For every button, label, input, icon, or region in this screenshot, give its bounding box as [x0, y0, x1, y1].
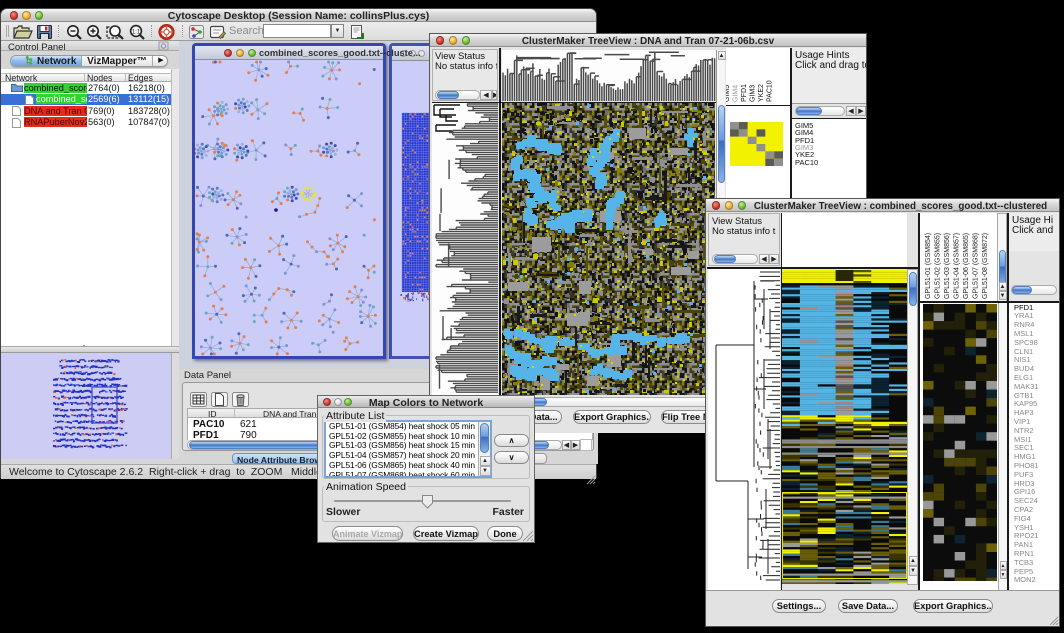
svg-text:GPL51-01 (GSM854): GPL51-01 (GSM854)	[925, 233, 932, 299]
svg-text:GPL51-04 (GSM857): GPL51-04 (GSM857)	[954, 233, 961, 299]
svg-text:GPL51-06 (GSM865): GPL51-06 (GSM865)	[963, 233, 970, 299]
svg-text:GIM4: GIM4	[733, 85, 740, 102]
svg-text:GPL51-03 (GSM856): GPL51-03 (GSM856)	[944, 233, 951, 299]
svg-text:GIM3: GIM3	[750, 85, 757, 102]
svg-text:GIM5: GIM5	[726, 85, 731, 102]
svg-text:GPL51-08 (GSM872): GPL51-08 (GSM872)	[982, 233, 989, 299]
svg-text:YKE2: YKE2	[758, 84, 765, 102]
svg-text:PAC10: PAC10	[767, 80, 774, 102]
svg-text:PFD1: PFD1	[741, 84, 748, 102]
svg-text:1:1: 1:1	[132, 30, 141, 36]
svg-text:GPL51-07 (GSM868): GPL51-07 (GSM868)	[973, 233, 980, 299]
svg-text:GPL51-02 (GSM855): GPL51-02 (GSM855)	[935, 233, 942, 299]
